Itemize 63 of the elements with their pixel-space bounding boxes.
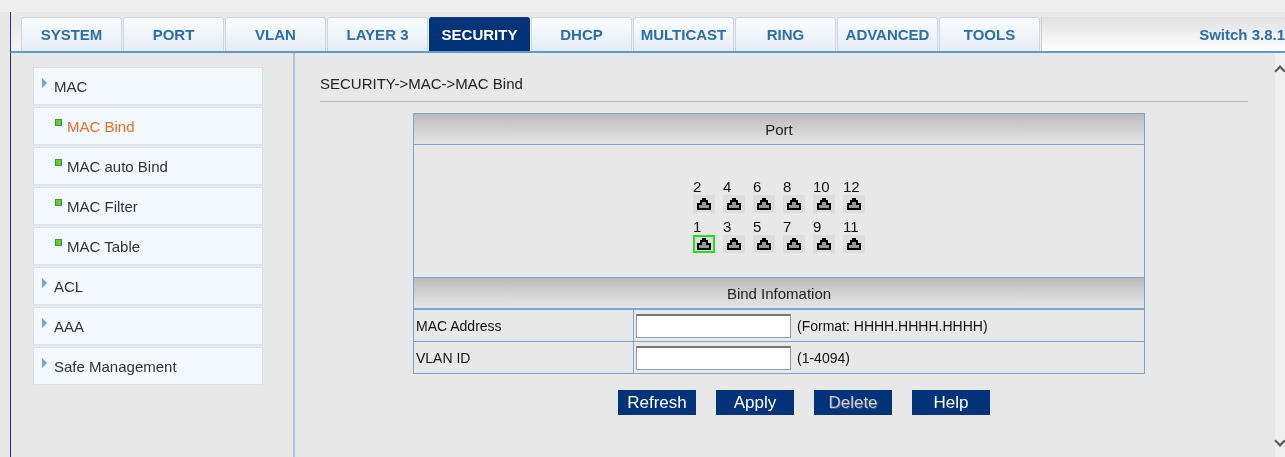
port-number: 5 [753,219,762,235]
nav-tab[interactable]: SYSTEM [21,17,122,51]
nav-tab[interactable]: PORT [123,17,224,51]
triangle-icon [42,358,47,368]
breadcrumb: SECURITY->MAC->MAC Bind [320,53,1248,102]
port-number: 1 [693,219,702,235]
bullet-icon [55,238,62,246]
port-number: 6 [753,179,762,195]
input-field[interactable] [636,313,791,338]
ethernet-port-icon[interactable] [813,235,835,253]
port-number: 11 [843,219,859,235]
format-hint: (1-4094) [797,349,850,366]
panel-header: Port [414,114,1144,145]
field-label: VLAN ID [414,342,634,373]
triangle-icon [42,318,47,328]
action-button[interactable]: Apply [716,390,794,415]
field-label: MAC Address [414,310,634,341]
ethernet-port-icon[interactable] [723,195,745,213]
input-field[interactable] [636,345,791,370]
bullet-icon [55,118,62,126]
triangle-icon [42,278,47,288]
nav-tab[interactable]: ADVANCED [837,17,938,51]
nav-tab[interactable]: MULTICAST [633,17,734,51]
ethernet-port-icon[interactable] [753,235,775,253]
bullet-icon [55,158,62,166]
ethernet-port-icon[interactable] [693,195,715,213]
ethernet-port-icon[interactable] [783,195,805,213]
sidebar-item[interactable]: MAC auto Bind [33,147,263,185]
port-number: 2 [693,179,702,195]
sidebar-item[interactable]: MAC Filter [33,187,263,225]
scrollbar[interactable] [1275,53,1285,457]
port-number: 8 [783,179,792,195]
action-button[interactable]: Refresh [618,390,696,415]
action-button[interactable]: Help [912,390,990,415]
panel-header: Bind Infomation [414,278,1144,309]
port-number: 9 [813,219,822,235]
ethernet-port-icon[interactable] [753,195,775,213]
ethernet-port-icon[interactable] [843,195,865,213]
ethernet-port-icon[interactable] [843,235,865,253]
ethernet-port-icon[interactable] [723,235,745,253]
sidebar-item[interactable]: MAC Table [33,227,263,265]
bullet-icon [55,198,62,206]
ethernet-port-icon[interactable] [783,235,805,253]
ethernet-port-icon[interactable] [693,235,715,253]
ethernet-port-icon[interactable] [813,195,835,213]
port-number: 3 [723,219,732,235]
version-label: Switch 3.8.1 [1199,25,1285,43]
sidebar-item[interactable]: Safe Management [33,347,263,385]
sidebar-item[interactable]: ACL [33,267,263,305]
nav-tab[interactable]: RING [735,17,836,51]
nav-tab[interactable]: VLAN [225,17,326,51]
port-number: 12 [843,179,860,195]
port-number: 4 [723,179,732,195]
sidebar-item[interactable]: MAC [33,67,263,105]
nav-tab[interactable]: LAYER 3 [327,17,428,51]
port-number: 10 [813,179,830,195]
sidebar-item[interactable]: AAA [33,307,263,345]
nav-tab[interactable]: SECURITY [429,17,530,51]
nav-tab[interactable]: TOOLS [939,17,1040,51]
nav-tab[interactable]: DHCP [531,17,632,51]
triangle-icon [42,78,47,88]
port-number: 7 [783,219,792,235]
format-hint: (Format: HHHH.HHHH.HHHH) [797,317,988,334]
